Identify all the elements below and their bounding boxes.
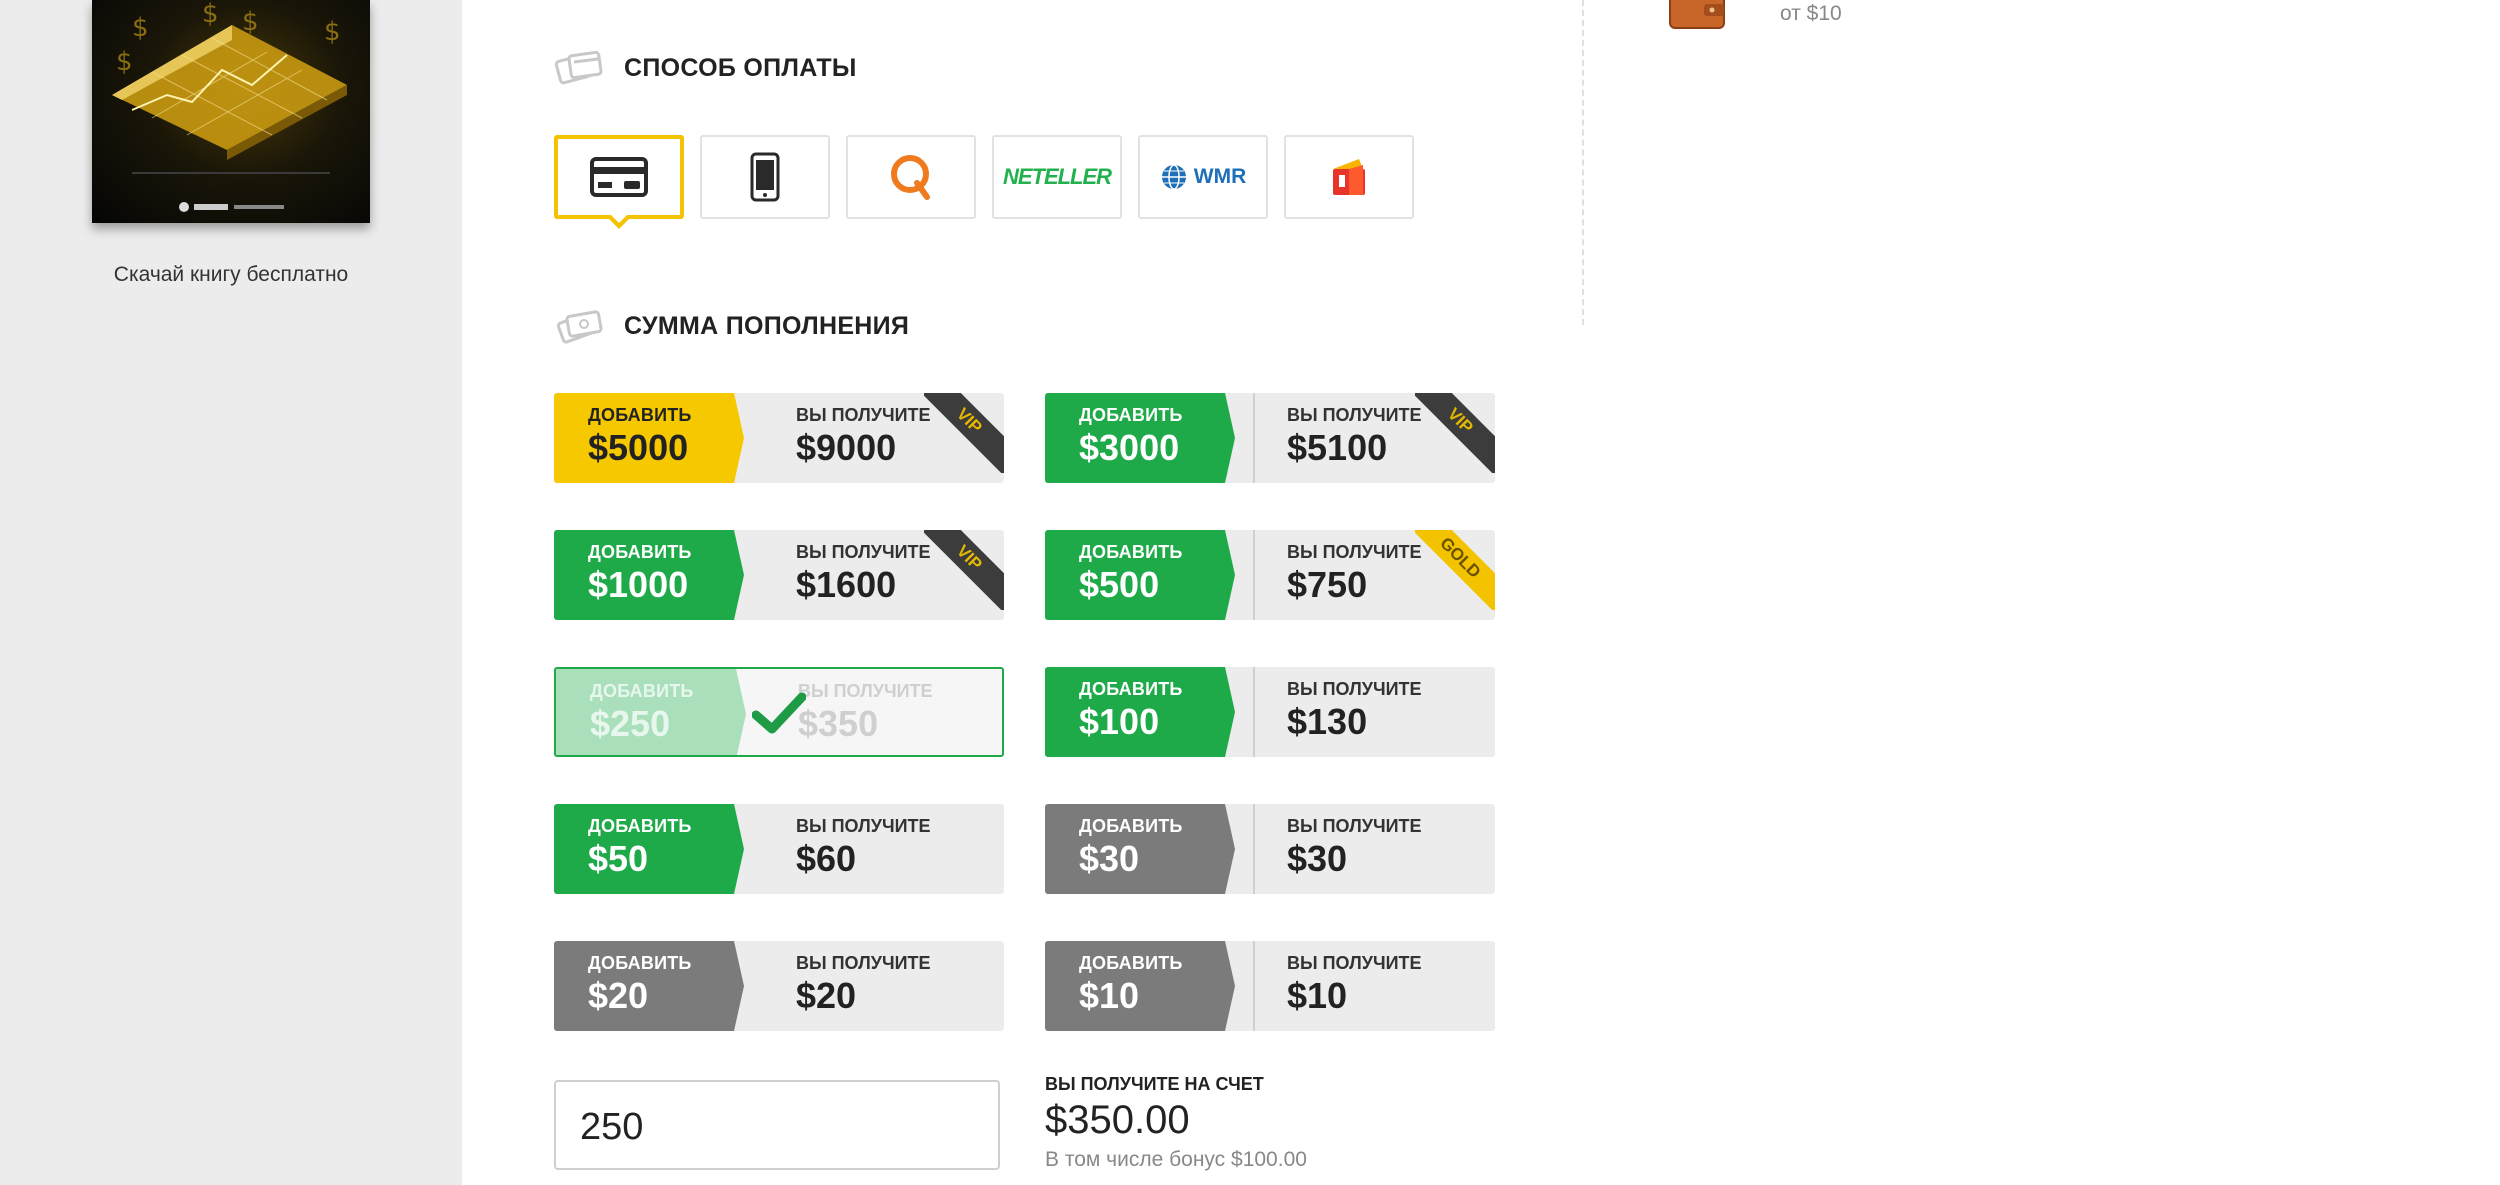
get-amount: $130 — [1287, 701, 1368, 742]
payment-cards-icon — [554, 50, 603, 85]
deposit-amount-input[interactable]: 250 — [554, 1080, 1000, 1170]
get-amount: $60 — [796, 838, 857, 879]
svg-text:$: $ — [242, 7, 259, 37]
get-amount: $350 — [798, 703, 879, 744]
gold-ribbon: GOLD — [1415, 530, 1495, 610]
bonus-note: В том числе бонус $100.00 — [1045, 1148, 1307, 1171]
package-100[interactable]: ДОБАВИТЬ $100 ВЫ ПОЛУЧИТЕ $130 — [1045, 667, 1495, 757]
deposit-amount-header: СУММА ПОПОЛНЕНИЯ — [554, 306, 909, 346]
get-label: ВЫ ПОЛУЧИТЕ — [796, 953, 931, 973]
get-label: ВЫ ПОЛУЧИТЕ — [1287, 953, 1422, 973]
mobile-phone-icon — [750, 152, 780, 202]
get-label: ВЫ ПОЛУЧИТЕ — [1287, 405, 1422, 425]
payment-method-yandex-money[interactable] — [1284, 135, 1414, 219]
svg-text:$: $ — [202, 0, 219, 29]
add-amount: $100 — [1079, 701, 1160, 742]
payment-method-webmoney[interactable]: WMR — [1138, 135, 1268, 219]
add-label: ДОБАВИТЬ — [588, 405, 692, 425]
package-50[interactable]: ДОБАВИТЬ $50 ВЫ ПОЛУЧИТЕ $60 — [554, 804, 1004, 894]
package-500[interactable]: ДОБАВИТЬ $500 ВЫ ПОЛУЧИТЕ $750 GOLD — [1045, 530, 1495, 620]
payment-method-mobile[interactable] — [700, 135, 830, 219]
get-label: ВЫ ПОЛУЧИТЕ — [1287, 816, 1422, 836]
svg-text:$: $ — [324, 17, 341, 47]
receive-amount: $350.00 — [1045, 1098, 1190, 1142]
package-5000[interactable]: ДОБАВИТЬ $5000 ВЫ ПОЛУЧИТЕ $9000 VIP — [554, 393, 1004, 483]
add-amount: $5000 — [588, 427, 689, 468]
vip-ribbon: VIP — [924, 393, 1004, 473]
book-divider — [132, 172, 330, 174]
add-amount: $20 — [588, 975, 649, 1016]
payment-method-qiwi[interactable] — [846, 135, 976, 219]
minimum-deposit-text: от $10 — [1780, 2, 1842, 25]
add-label: ДОБАВИТЬ — [1079, 542, 1183, 562]
add-label: ДОБАВИТЬ — [1079, 679, 1183, 699]
wallet-icon[interactable] — [1668, 0, 1726, 30]
credit-card-icon — [590, 157, 648, 197]
get-amount: $5100 — [1287, 427, 1388, 468]
svg-text:$: $ — [116, 47, 133, 77]
add-label: ДОБАВИТЬ — [1079, 405, 1183, 425]
package-1000[interactable]: ДОБАВИТЬ $1000 ВЫ ПОЛУЧИТЕ $1600 VIP — [554, 530, 1004, 620]
vip-ribbon: VIP — [1415, 393, 1495, 473]
gold-card-illustration: $ $ $ $ $ — [112, 0, 347, 160]
get-amount: $30 — [1287, 838, 1348, 879]
neteller-logo: NETELLER — [1002, 164, 1112, 189]
package-20[interactable]: ДОБАВИТЬ $20 ВЫ ПОЛУЧИТЕ $20 — [554, 941, 1004, 1031]
get-label: ВЫ ПОЛУЧИТЕ — [796, 816, 931, 836]
checkmark-icon — [752, 692, 806, 734]
get-amount: $10 — [1287, 975, 1348, 1016]
add-amount: $500 — [1079, 564, 1160, 605]
package-10[interactable]: ДОБАВИТЬ $10 ВЫ ПОЛУЧИТЕ $10 — [1045, 941, 1495, 1031]
webmoney-label: WMR — [1193, 165, 1247, 188]
payment-method-title: СПОСОБ ОПЛАТЫ — [624, 53, 857, 82]
get-amount: $1600 — [796, 564, 897, 605]
column-divider — [1582, 0, 1584, 325]
yandex-wallet-icon — [1333, 159, 1365, 195]
add-amount: $1000 — [588, 564, 689, 605]
book-download-link[interactable]: Скачай книгу бесплатно — [92, 262, 370, 288]
add-label: ДОБАВИТЬ — [588, 953, 692, 973]
add-label: ДОБАВИТЬ — [1079, 953, 1183, 973]
get-label: ВЫ ПОЛУЧИТЕ — [1287, 679, 1422, 699]
get-amount: $750 — [1287, 564, 1368, 605]
get-amount: $20 — [796, 975, 857, 1016]
payment-method-bank-card[interactable] — [554, 135, 684, 229]
get-label: ВЫ ПОЛУЧИТЕ — [798, 681, 933, 701]
payment-method-header: СПОСОБ ОПЛАТЫ — [554, 48, 857, 88]
package-3000[interactable]: ДОБАВИТЬ $3000 ВЫ ПОЛУЧИТЕ $5100 VIP — [1045, 393, 1495, 483]
svg-text:$: $ — [132, 13, 149, 43]
book-logo — [178, 200, 288, 217]
add-label: ДОБАВИТЬ — [588, 816, 692, 836]
get-amount: $9000 — [796, 427, 897, 468]
get-label: ВЫ ПОЛУЧИТЕ — [796, 542, 931, 562]
payment-method-neteller[interactable]: NETELLER — [992, 135, 1122, 219]
qiwi-icon — [891, 155, 930, 200]
add-amount: $30 — [1079, 838, 1140, 879]
add-amount: $250 — [590, 703, 671, 744]
receive-label: ВЫ ПОЛУЧИТЕ НА СЧЕТ — [1045, 1074, 1264, 1094]
package-250-selected[interactable]: ДОБАВИТЬ $250 ВЫ ПОЛУЧИТЕ $350 — [554, 667, 1004, 757]
left-sidebar: $ $ $ $ $ Скачай книгу бесплатно — [0, 0, 462, 1185]
add-amount: $3000 — [1079, 427, 1180, 468]
get-label: ВЫ ПОЛУЧИТЕ — [1287, 542, 1422, 562]
add-amount: $50 — [588, 838, 649, 879]
payment-method-list: NETELLER WMR — [554, 135, 1430, 229]
add-label: ДОБАВИТЬ — [1079, 816, 1183, 836]
add-label: ДОБАВИТЬ — [590, 681, 694, 701]
get-label: ВЫ ПОЛУЧИТЕ — [796, 405, 931, 425]
deposit-form: СПОСОБ ОПЛАТЫ NETELLER WMR СУММА ПОПОЛНЕ… — [462, 0, 1582, 1185]
deposit-amount-title: СУММА ПОПОЛНЕНИЯ — [624, 311, 910, 340]
webmoney-globe-icon — [1161, 164, 1186, 190]
package-30[interactable]: ДОБАВИТЬ $30 ВЫ ПОЛУЧИТЕ $30 — [1045, 804, 1495, 894]
vip-ribbon: VIP — [924, 530, 1004, 610]
book-cover-image[interactable]: $ $ $ $ $ — [92, 0, 370, 223]
money-stack-icon — [556, 310, 603, 344]
add-amount: $10 — [1079, 975, 1140, 1016]
add-label: ДОБАВИТЬ — [588, 542, 692, 562]
